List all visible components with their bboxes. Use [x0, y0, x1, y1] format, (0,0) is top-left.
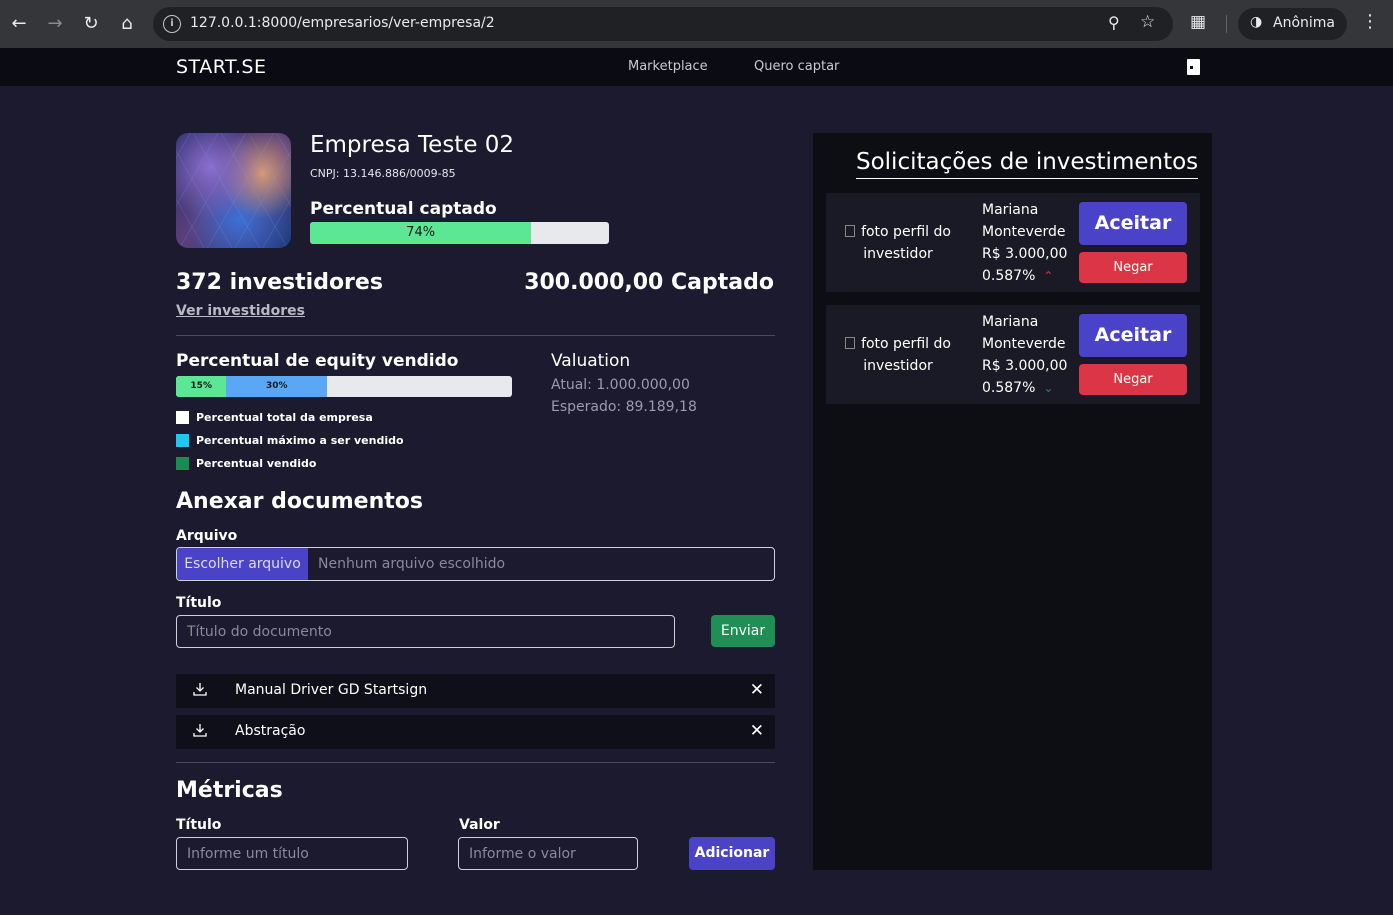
investor-photo: foto perfil do investidor [838, 333, 958, 377]
metrics-title: Métricas [176, 778, 283, 803]
valuation-esperado: Esperado: 89.189,18 [551, 399, 697, 415]
investment-amount: R$ 3.000,00 [982, 246, 1068, 262]
delete-document-icon[interactable]: ✕ [750, 721, 764, 741]
add-metric-button[interactable]: Adicionar [689, 837, 775, 870]
document-row: Manual Driver GD Startsign ✕ [176, 674, 775, 708]
investment-request-card: foto perfil do investidor Mariana Montev… [826, 193, 1200, 292]
investment-requests-panel: Solicitações de investimentos foto perfi… [813, 133, 1212, 870]
download-icon[interactable] [193, 682, 207, 696]
investor-first-name: Mariana [982, 202, 1039, 218]
send-document-button[interactable]: Enviar [711, 615, 775, 647]
reload-icon[interactable]: ↻ [79, 12, 103, 36]
browser-menu-icon[interactable]: ⋮ [1361, 11, 1379, 32]
section-divider [176, 762, 775, 763]
toolbar-divider [1226, 15, 1227, 33]
document-name[interactable]: Manual Driver GD Startsign [235, 682, 427, 698]
investor-info: Mariana Monteverde R$ 3.000,00 0.587% ⌃ [982, 199, 1067, 287]
metric-title-label: Título [176, 817, 222, 833]
metric-title-input[interactable] [176, 837, 408, 870]
legend-label: Percentual total da empresa [196, 411, 373, 424]
investor-first-name: Mariana [982, 314, 1039, 330]
broken-image-icon [845, 225, 856, 237]
investor-photo-alt: foto perfil do investidor [861, 336, 951, 374]
valuation-title: Valuation [551, 351, 631, 371]
chevron-down-icon: ⌄ [1043, 381, 1054, 395]
investor-last-name: Monteverde [982, 224, 1066, 240]
company-logo [176, 133, 291, 248]
company-cnpj: CNPJ: 13.146.886/0009-85 [310, 167, 456, 180]
legend-item-sold: Percentual vendido [176, 457, 316, 470]
legend-item-total: Percentual total da empresa [176, 411, 373, 424]
investor-photo: foto perfil do investidor [838, 221, 958, 265]
metric-value-label: Valor [459, 817, 500, 833]
document-name[interactable]: Abstração [235, 723, 305, 739]
zoom-icon[interactable]: ⚲ [1108, 13, 1120, 32]
delete-document-icon[interactable]: ✕ [750, 680, 764, 700]
legend-item-max: Percentual máximo a ser vendido [176, 434, 404, 447]
choose-file-button[interactable]: Escolher arquivo [177, 548, 308, 580]
address-bar[interactable]: i 127.0.0.1:8000/empresarios/ver-empresa… [153, 7, 1173, 41]
brand-logo[interactable]: START.SE [176, 56, 266, 78]
captado-progress-bar: 74% [310, 222, 609, 244]
file-status: Nenhum arquivo escolhido [318, 556, 506, 572]
home-icon[interactable]: ⌂ [115, 12, 139, 36]
accept-button[interactable]: Aceitar [1079, 314, 1187, 357]
reject-button[interactable]: Negar [1079, 364, 1187, 395]
arquivo-label: Arquivo [176, 528, 238, 544]
metric-value-input[interactable] [458, 837, 638, 870]
documents-title: Anexar documentos [176, 489, 423, 514]
valuation-atual: Atual: 1.000.000,00 [551, 377, 690, 393]
accept-button[interactable]: Aceitar [1079, 202, 1187, 245]
equity-label: Percentual de equity vendido [176, 351, 459, 371]
nav-link-marketplace[interactable]: Marketplace [628, 59, 708, 74]
equity-progress-bar: 15% 30% [176, 376, 512, 397]
incognito-icon: ◑ [1250, 14, 1263, 30]
download-icon[interactable] [193, 723, 207, 737]
company-name: Empresa Teste 02 [310, 132, 515, 158]
legend-label: Percentual vendido [196, 457, 317, 470]
section-divider [176, 335, 775, 336]
document-title-label: Título [176, 595, 222, 611]
investment-amount: R$ 3.000,00 [982, 358, 1068, 374]
back-arrow-icon[interactable]: ← [7, 12, 31, 36]
reject-button[interactable]: Negar [1079, 252, 1187, 283]
incognito-profile-chip[interactable]: ◑ Anônima [1238, 8, 1347, 40]
view-investors-link[interactable]: Ver investidores [176, 303, 305, 319]
captado-label: Percentual captado [310, 199, 497, 219]
investment-request-card: foto perfil do investidor Mariana Montev… [826, 305, 1200, 404]
panel-title: Solicitações de investimentos [856, 149, 1199, 179]
legend-swatch [176, 434, 189, 447]
investor-last-name: Monteverde [982, 336, 1066, 352]
broken-image-icon [845, 337, 856, 349]
document-row: Abstração ✕ [176, 715, 775, 749]
equity-segment-sold: 15% [176, 376, 227, 397]
investment-percent: 0.587% [982, 268, 1036, 284]
extensions-icon[interactable]: ▦ [1190, 12, 1206, 32]
url-text[interactable]: 127.0.0.1:8000/empresarios/ver-empresa/2 [190, 15, 495, 31]
nav-link-quero-captar[interactable]: Quero captar [754, 59, 839, 74]
investors-count: 372 investidores [176, 270, 383, 295]
investor-info: Mariana Monteverde R$ 3.000,00 0.587% ⌄ [982, 311, 1067, 399]
legend-swatch [176, 457, 189, 470]
captado-total: 300.000,00 Captado [524, 270, 774, 295]
site-info-icon[interactable]: i [163, 15, 181, 33]
profile-label: Anônima [1273, 15, 1335, 31]
legend-swatch [176, 411, 189, 424]
investor-photo-alt: foto perfil do investidor [861, 224, 951, 262]
forward-arrow-icon[interactable]: → [43, 12, 67, 36]
legend-label: Percentual máximo a ser vendido [196, 434, 404, 447]
browser-toolbar: ← → ↻ ⌂ i 127.0.0.1:8000/empresarios/ver… [0, 0, 1393, 48]
app-navbar: START.SE Marketplace Quero captar [0, 48, 1393, 86]
file-upload-field[interactable]: Escolher arquivo Nenhum arquivo escolhid… [176, 547, 775, 581]
bookmark-star-icon[interactable]: ☆ [1140, 12, 1155, 32]
logout-door-icon[interactable] [1187, 59, 1200, 75]
captado-progress-fill: 74% [310, 222, 532, 244]
equity-segment-max: 30% [226, 376, 328, 397]
investment-percent: 0.587% [982, 380, 1036, 396]
chevron-up-icon: ⌃ [1043, 269, 1054, 283]
document-title-input[interactable] [176, 615, 675, 648]
